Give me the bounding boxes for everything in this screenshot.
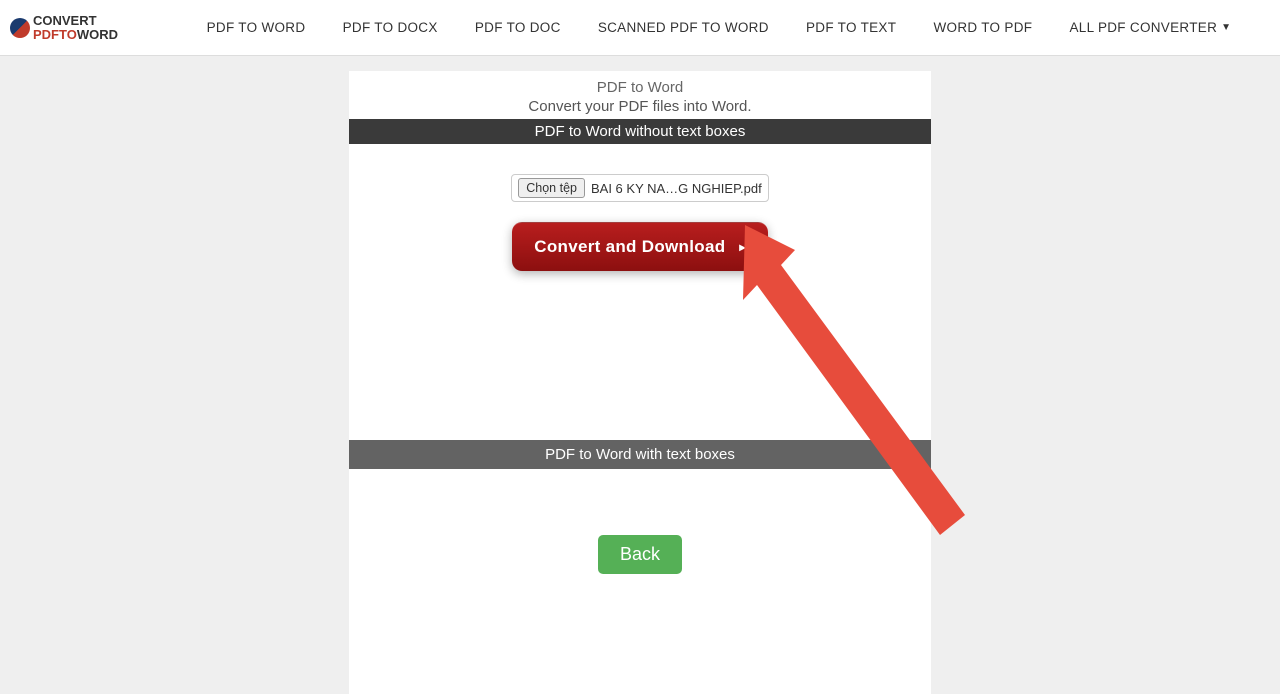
section-band-without-boxes: PDF to Word without text boxes	[349, 119, 931, 144]
nav-all-converter[interactable]: ALL PDF CONVERTER ▼	[1069, 20, 1231, 35]
converter-card: PDF to Word Convert your PDF files into …	[349, 71, 931, 694]
nav-all-label: ALL PDF CONVERTER	[1069, 20, 1217, 35]
choose-file-button[interactable]: Chọn tệp	[518, 178, 585, 198]
nav-pdf-to-docx[interactable]: PDF TO DOCX	[343, 20, 438, 35]
logo-line1: CONVERT	[33, 14, 118, 28]
result-section: Error uploading file Back	[349, 469, 931, 694]
page-title: PDF to Word	[349, 79, 931, 96]
logo-pdf: PDF	[33, 27, 59, 42]
top-header: CONVERT PDFTOWORD PDF TO WORD PDF TO DOC…	[0, 0, 1280, 56]
file-picker[interactable]: Chọn tệp BAI 6 KY NA…G NGHIEP.pdf	[511, 174, 769, 202]
selected-filename: BAI 6 KY NA…G NGHIEP.pdf	[591, 181, 762, 196]
nav-pdf-to-word[interactable]: PDF TO WORD	[207, 20, 306, 35]
back-button[interactable]: Back	[598, 535, 682, 574]
logo-text: CONVERT PDFTOWORD	[33, 14, 118, 41]
nav-pdf-to-doc[interactable]: PDF TO DOC	[475, 20, 561, 35]
upload-section: Chọn tệp BAI 6 KY NA…G NGHIEP.pdf Conver…	[349, 144, 931, 344]
main-area: PDF to Word Convert your PDF files into …	[0, 56, 1280, 694]
nav-scanned-pdf[interactable]: SCANNED PDF TO WORD	[598, 20, 769, 35]
nav-word-to-pdf[interactable]: WORD TO PDF	[933, 20, 1032, 35]
brand-logo[interactable]: CONVERT PDFTOWORD	[10, 14, 118, 41]
title-area: PDF to Word Convert your PDF files into …	[349, 71, 931, 119]
logo-to: TO	[59, 27, 77, 42]
section-band-with-boxes: PDF to Word with text boxes	[349, 440, 931, 469]
convert-download-button[interactable]: Convert and Download ▸	[512, 222, 767, 271]
convert-label: Convert and Download	[534, 237, 725, 257]
logo-circle-icon	[10, 18, 30, 38]
nav-pdf-to-text[interactable]: PDF TO TEXT	[806, 20, 896, 35]
error-message: Error uploading file	[349, 499, 931, 515]
main-nav: PDF TO WORD PDF TO DOCX PDF TO DOC SCANN…	[158, 20, 1280, 35]
dropdown-caret-icon: ▼	[1221, 22, 1231, 33]
logo-word: WORD	[77, 27, 118, 42]
page-subtitle: Convert your PDF files into Word.	[349, 98, 931, 115]
arrow-right-icon: ▸	[739, 240, 745, 254]
